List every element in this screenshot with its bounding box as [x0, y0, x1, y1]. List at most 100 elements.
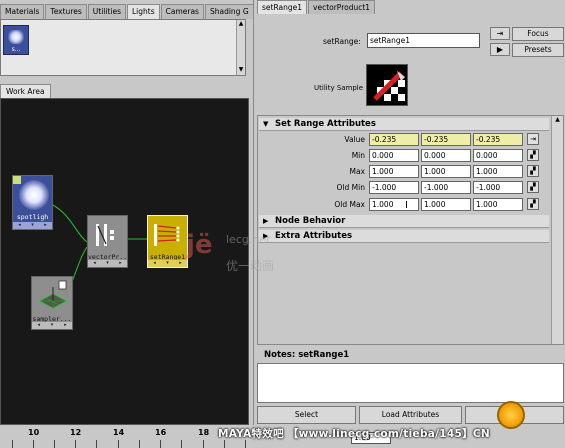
spotlight-shelf-item[interactable]: s... [3, 25, 29, 55]
output-connection-icon[interactable]: ▶ [490, 43, 510, 56]
max-x-field[interactable]: 1.000 [369, 165, 419, 178]
tick-mark [75, 440, 76, 448]
old-min-y-field[interactable]: -1.000 [421, 181, 471, 194]
old-max-y-field[interactable]: 1.000 [421, 198, 471, 211]
value-z-field[interactable]: -0.235 [473, 133, 523, 146]
section-node-behavior[interactable]: ▶ Node Behavior [259, 215, 549, 228]
tick-mark [12, 440, 13, 448]
attribute-scrollbar[interactable]: ▲ [551, 116, 563, 344]
node-ports[interactable]: ◂ ▾ ▸ [88, 260, 127, 267]
focus-button[interactable]: Focus [512, 27, 564, 41]
tick-label: 12 [70, 428, 82, 437]
old-min-x-field[interactable]: -1.000 [369, 181, 419, 194]
presets-button[interactable]: Presets [512, 43, 564, 57]
tick-label: 14 [113, 428, 125, 437]
sampler-info-node[interactable]: sampler... ◂ ▾ ▸ [31, 276, 73, 330]
node-ports[interactable]: ◂ ▾ ▸ [148, 260, 187, 267]
light-type-icon [13, 176, 21, 184]
watermark-banner: MAYA特效吧 【www.linecg.com/tieba/145】CN [218, 428, 490, 440]
utility-sample-label: Utility Sample [314, 84, 364, 92]
node-ports[interactable]: ◂ ▾ ▸ [13, 222, 52, 229]
old-max-label: Old Max [334, 200, 365, 209]
collapsed-triangle-icon: ▶ [263, 217, 269, 225]
light-glow-icon [8, 30, 24, 44]
old-max-x-field[interactable]: 1.000 [369, 198, 419, 211]
select-button[interactable]: Select [257, 406, 356, 424]
set-range-swatch-icon [373, 71, 405, 101]
old-min-label: Old Min [336, 183, 365, 192]
set-range-icon [154, 224, 180, 246]
connected-input-icon[interactable]: ⇥ [527, 133, 539, 145]
node-label: spotligh [16, 213, 49, 221]
tab-utilities[interactable]: Utilities [87, 4, 126, 19]
map-texture-icon[interactable]: ▞ [527, 181, 539, 193]
old-max-z-field[interactable]: 1.000 [473, 198, 523, 211]
sampler-info-icon [39, 280, 67, 309]
tab-textures[interactable]: Textures [45, 4, 87, 19]
tick-label: 10 [28, 428, 40, 437]
scroll-up-icon[interactable]: ▲ [552, 116, 563, 123]
node-shelf: s... ▲ ▼ [0, 19, 246, 76]
tick-mark [96, 440, 97, 448]
section-extra-attributes[interactable]: ▶ Extra Attributes [259, 230, 549, 243]
tick-mark [139, 440, 140, 448]
tick-mark [118, 440, 119, 448]
max-y-field[interactable]: 1.000 [421, 165, 471, 178]
input-connection-icon[interactable]: ⇥ [490, 27, 510, 40]
time-slider[interactable]: 10 12 14 16 18 [0, 425, 253, 448]
tick-mark [181, 440, 182, 448]
tab-setrange1[interactable]: setRange1 [257, 0, 308, 14]
shelf-scrollbar[interactable]: ▲ ▼ [236, 20, 245, 75]
min-z-field[interactable]: 0.000 [473, 149, 523, 162]
watermark-cn-text: 优一动画 [226, 259, 275, 273]
expanded-triangle-icon: ▼ [263, 120, 269, 128]
notes-title: Notes: setRange1 [257, 349, 564, 363]
vector-product-icon [96, 224, 114, 246]
min-y-field[interactable]: 0.000 [421, 149, 471, 162]
watermark-text: lecg.net [226, 233, 271, 246]
site-logo-icon [497, 401, 525, 429]
node-name-field[interactable]: setRange1 [367, 33, 480, 48]
scroll-up-icon[interactable]: ▲ [237, 20, 245, 28]
tab-work-area[interactable]: Work Area [0, 84, 51, 98]
node-ports[interactable]: ◂ ▾ ▸ [32, 322, 72, 329]
utility-sample-swatch [366, 64, 408, 106]
watermark-logo: jë [186, 230, 213, 260]
shelf-item-label: s... [11, 46, 21, 53]
notes-field[interactable] [257, 363, 564, 403]
load-attributes-button[interactable]: Load Attributes [359, 406, 462, 424]
tick-mark [54, 440, 55, 448]
tick-mark [224, 440, 225, 448]
spotlight-swatch-icon [19, 180, 49, 210]
tick-mark [33, 440, 34, 448]
tab-lights[interactable]: Lights [127, 4, 160, 19]
attribute-frame: ▼ Set Range Attributes Value -0.235 -0.2… [257, 115, 564, 345]
map-texture-icon[interactable]: ▞ [527, 165, 539, 177]
map-texture-icon[interactable]: ▞ [527, 149, 539, 161]
tab-shading-groups[interactable]: Shading G [204, 4, 254, 19]
scroll-down-icon[interactable]: ▼ [237, 66, 245, 74]
max-z-field[interactable]: 1.000 [473, 165, 523, 178]
tick-mark [245, 440, 246, 448]
tick-label: 18 [198, 428, 210, 437]
spotlight-node[interactable]: spotligh ◂ ▾ ▸ [12, 175, 53, 230]
max-label: Max [349, 167, 365, 176]
node-tabs: setRange1 vectorProduct1 [257, 0, 376, 14]
setrange-node[interactable]: setRange1 ◂ ▾ ▸ [147, 215, 188, 268]
section-set-range-attributes[interactable]: ▼ Set Range Attributes [259, 118, 549, 131]
vector-product-node[interactable]: vectorPr... ◂ ▾ ▸ [87, 215, 131, 268]
map-texture-icon[interactable]: ▞ [527, 198, 539, 210]
tick-mark [160, 440, 161, 448]
min-label: Min [351, 151, 365, 160]
min-x-field[interactable]: 0.000 [369, 149, 419, 162]
node-graph[interactable]: spotligh ◂ ▾ ▸ vectorPr... ◂ ▾ ▸ setRang… [0, 98, 249, 425]
tab-materials[interactable]: Materials [0, 4, 45, 19]
value-y-field[interactable]: -0.235 [421, 133, 471, 146]
tab-cameras[interactable]: Cameras [160, 4, 204, 19]
old-min-z-field[interactable]: -1.000 [473, 181, 523, 194]
tab-vectorproduct1[interactable]: vectorProduct1 [308, 0, 376, 14]
value-x-field[interactable]: -0.235 [369, 133, 419, 146]
text-cursor-icon: I [405, 200, 408, 211]
attribute-editor: setRange1 vectorProduct1 setRange: setRa… [253, 0, 565, 448]
node-type-tabs: Materials Textures Utilities Lights Came… [0, 4, 269, 19]
